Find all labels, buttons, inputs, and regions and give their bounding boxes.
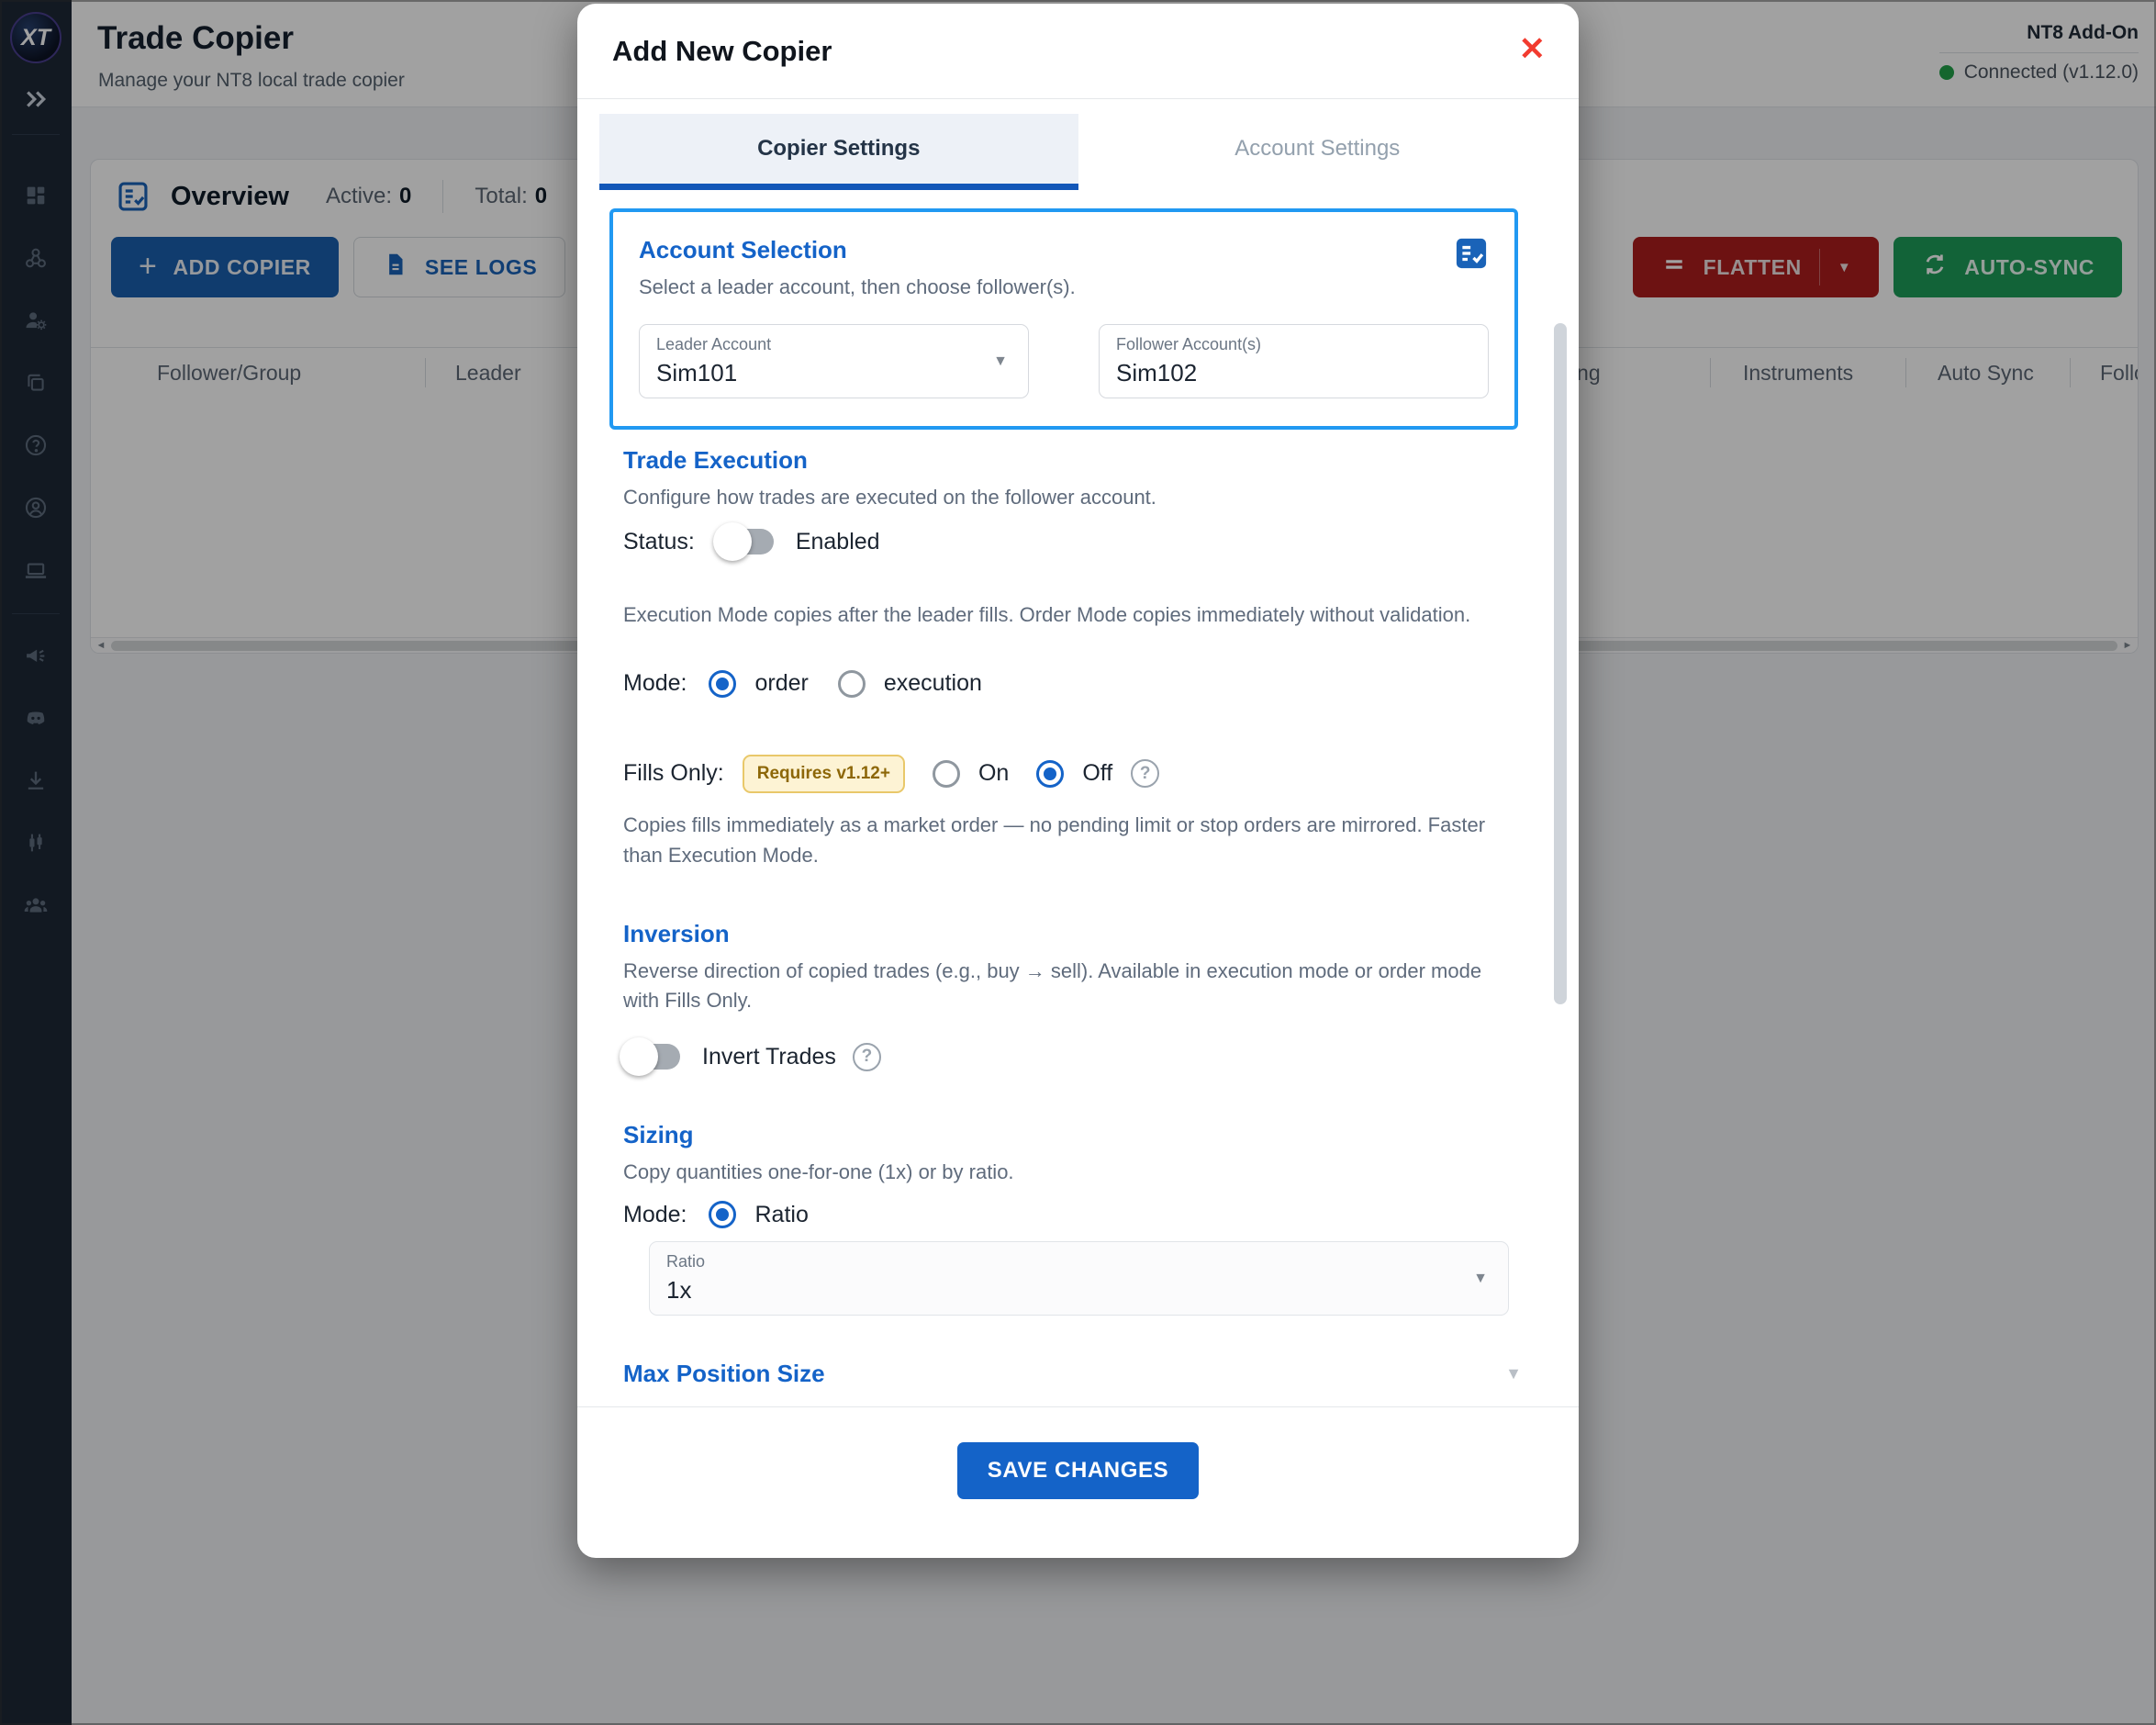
- modal-scrollbar-thumb[interactable]: [1554, 323, 1567, 1004]
- add-copier-modal: Add New Copier ✕ Copier Settings Account…: [577, 4, 1579, 1558]
- ratio-select[interactable]: Ratio 1x ▼: [649, 1241, 1509, 1316]
- fills-only-row: Fills Only: Requires v1.12+ On Off ?: [623, 755, 1533, 793]
- trade-execution-section: Trade Execution Configure how trades are…: [623, 446, 1533, 870]
- chevron-down-icon: ▼: [1473, 1271, 1488, 1287]
- follower-accounts-value: Sim102: [1116, 359, 1471, 387]
- sizing-ratio-radio[interactable]: [709, 1201, 736, 1228]
- sizing-ratio-label: Ratio: [754, 1202, 808, 1228]
- max-position-size-heading: Max Position Size: [623, 1360, 825, 1388]
- mode-row: Mode: order execution: [623, 670, 1533, 698]
- mode-label: Mode:: [623, 670, 687, 697]
- app-screen: XT Trade Copier Manage your NT8 local tr…: [0, 0, 2156, 1725]
- leader-account-select[interactable]: Leader Account Sim101 ▼: [639, 324, 1029, 398]
- toggle-knob: [620, 1037, 658, 1076]
- fills-only-note: Copies fills immediately as a market ord…: [623, 810, 1495, 870]
- follower-accounts-select[interactable]: Follower Account(s) Sim102: [1099, 324, 1489, 398]
- fills-only-on-radio[interactable]: [933, 760, 960, 788]
- toggle-knob: [713, 522, 752, 561]
- tab-account-settings[interactable]: Account Settings: [1078, 114, 1558, 190]
- mode-note: Execution Mode copies after the leader f…: [623, 599, 1533, 630]
- requires-version-badge: Requires v1.12+: [743, 755, 905, 793]
- chevron-down-icon[interactable]: ▼: [1505, 1364, 1522, 1383]
- leader-account-label: Leader Account: [656, 335, 1011, 354]
- modal-header: Add New Copier ✕: [577, 4, 1579, 99]
- chevron-down-icon: ▼: [993, 353, 1008, 370]
- sizing-description: Copy quantities one-for-one (1x) or by r…: [623, 1158, 1533, 1187]
- sizing-section: Sizing Copy quantities one-for-one (1x) …: [623, 1121, 1533, 1316]
- inversion-section: Inversion Reverse direction of copied tr…: [623, 920, 1533, 1071]
- account-selection-heading: Account Selection: [639, 236, 1489, 264]
- fills-only-label: Fills Only:: [623, 760, 724, 787]
- sizing-mode-label: Mode:: [623, 1202, 687, 1228]
- checklist-icon: [1452, 234, 1491, 273]
- save-changes-button[interactable]: SAVE CHANGES: [957, 1442, 1199, 1499]
- mode-order-radio[interactable]: [709, 670, 736, 698]
- modal-title: Add New Copier: [612, 35, 832, 67]
- mode-order-label: order: [754, 670, 808, 697]
- sizing-heading: Sizing: [623, 1121, 1533, 1149]
- invert-trades-toggle[interactable]: [623, 1044, 680, 1070]
- account-selection-description: Select a leader account, then choose fol…: [639, 273, 1489, 302]
- ratio-field-label: Ratio: [666, 1252, 1491, 1271]
- fills-only-on-label: On: [978, 760, 1009, 787]
- inversion-description: Reverse direction of copied trades (e.g.…: [623, 957, 1495, 1015]
- fills-only-off-radio[interactable]: [1036, 760, 1064, 788]
- status-toggle[interactable]: [717, 529, 774, 554]
- mode-execution-radio[interactable]: [838, 670, 866, 698]
- modal-tabs: Copier Settings Account Settings: [599, 114, 1557, 190]
- modal-footer: SAVE CHANGES: [577, 1406, 1579, 1558]
- sizing-mode-row: Mode: Ratio: [623, 1201, 1533, 1228]
- tab-copier-settings[interactable]: Copier Settings: [599, 114, 1078, 190]
- status-row: Status: Enabled: [623, 529, 1533, 555]
- inversion-heading: Inversion: [623, 920, 1533, 948]
- leader-account-value: Sim101: [656, 359, 1011, 387]
- status-label: Status:: [623, 529, 695, 555]
- follower-accounts-label: Follower Account(s): [1116, 335, 1471, 354]
- invert-trades-row: Invert Trades ?: [623, 1043, 1533, 1071]
- mode-execution-label: execution: [884, 670, 982, 697]
- close-icon[interactable]: ✕: [1519, 33, 1546, 65]
- help-icon[interactable]: ?: [853, 1043, 881, 1071]
- trade-execution-description: Configure how trades are executed on the…: [623, 483, 1533, 512]
- status-value: Enabled: [796, 529, 880, 555]
- help-icon[interactable]: ?: [1131, 759, 1159, 788]
- account-selection-section: Account Selection Select a leader accoun…: [609, 208, 1518, 430]
- trade-execution-heading: Trade Execution: [623, 446, 1533, 475]
- invert-trades-label: Invert Trades: [702, 1044, 836, 1070]
- ratio-field-value: 1x: [666, 1276, 1491, 1305]
- modal-body: Account Selection Select a leader accoun…: [577, 190, 1579, 1406]
- fills-only-off-label: Off: [1082, 760, 1112, 787]
- max-position-size-section[interactable]: Max Position Size ▼: [623, 1360, 1533, 1388]
